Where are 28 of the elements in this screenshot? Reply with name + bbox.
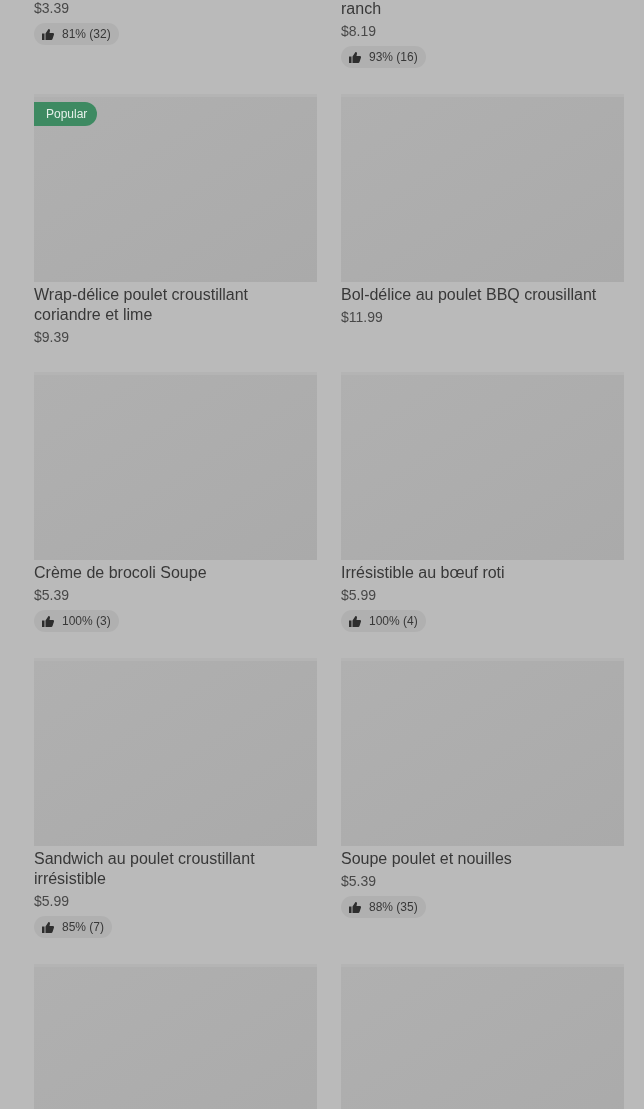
item-price: $3.39 — [34, 0, 70, 17]
item-title[interactable]: ranch — [341, 0, 390, 19]
rating-badge: 85% (7) — [34, 916, 113, 938]
rating-badge: 88% (35) — [341, 896, 426, 918]
item-price: $5.39 — [341, 872, 377, 890]
item-title[interactable]: Bol-délice au poulet BBQ crousillant — [341, 285, 605, 305]
item-price: $5.39 — [34, 586, 70, 604]
rating-badge: 100% (4) — [341, 610, 426, 632]
item-title[interactable]: Wrap-délice poulet croustillant coriandre et lime — [34, 285, 317, 325]
thumbs-up-icon — [42, 615, 54, 627]
thumbs-up-icon — [42, 28, 54, 40]
rating-badge: 81% (32) — [34, 23, 119, 45]
item-title[interactable]: Crème de brocoli Soupe — [34, 563, 215, 583]
item-price: $9.39 — [34, 328, 70, 346]
thumbs-up-icon — [349, 615, 361, 627]
item-title[interactable]: Sandwich au poulet croustillant irrésistible — [34, 849, 317, 889]
item-title[interactable]: Soupe poulet et nouilles — [341, 849, 520, 869]
item-price: $11.99 — [341, 308, 383, 326]
item-price: $5.99 — [341, 586, 377, 604]
thumbs-up-icon — [349, 901, 361, 913]
rating-badge: 100% (3) — [34, 610, 119, 632]
item-title[interactable]: Irrésistible au bœuf roti — [341, 563, 513, 583]
popular-badge: Popular — [34, 102, 98, 126]
item-price: $5.99 — [34, 892, 70, 910]
thumbs-up-icon — [349, 51, 361, 63]
thumbs-up-icon — [42, 921, 54, 933]
rating-badge: 93% (16) — [341, 46, 426, 68]
item-price: $8.19 — [341, 22, 377, 40]
